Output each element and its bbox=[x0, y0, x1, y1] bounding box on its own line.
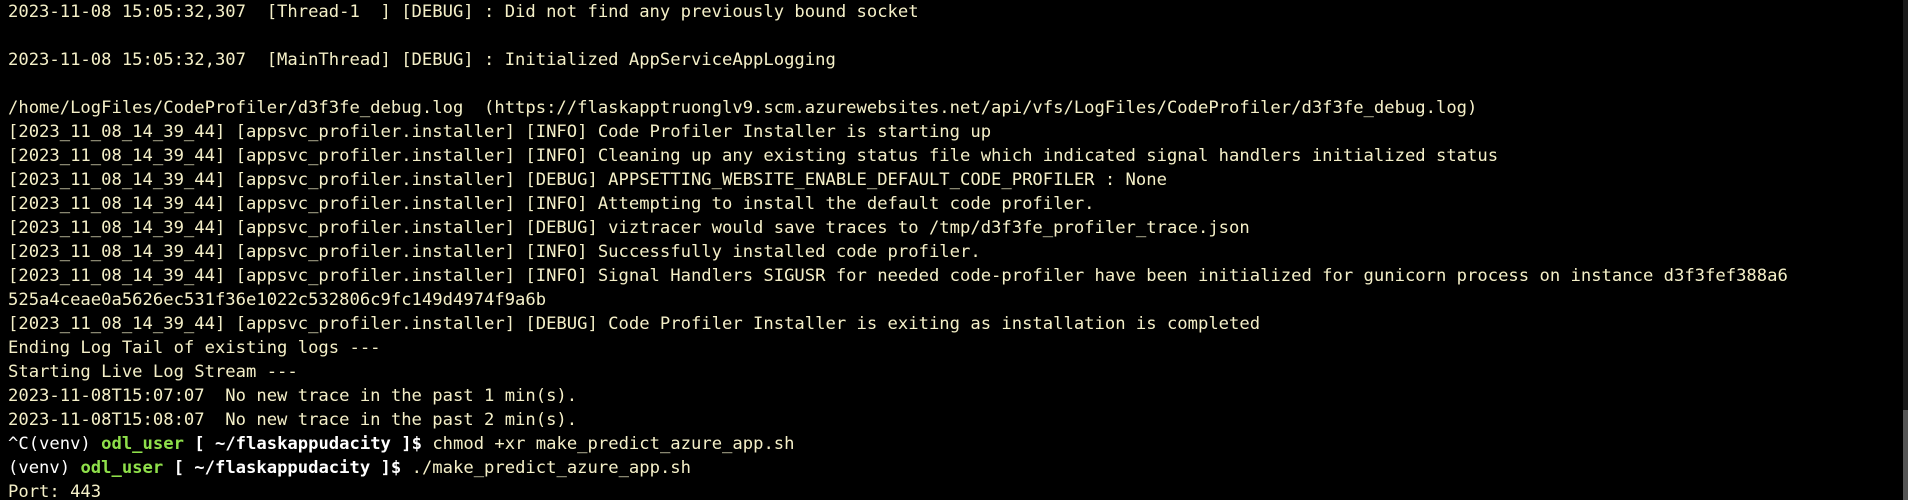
log-line-2 bbox=[8, 24, 1908, 48]
log-line-6: [2023_11_08_14_39_44] [appsvc_profiler.i… bbox=[8, 122, 992, 142]
prompt-command: chmod +xr make_predict_azure_app.sh bbox=[432, 434, 795, 454]
log-line-18: 2023-11-08T15:08:07 No new trace in the … bbox=[8, 410, 578, 430]
log-line-14: [2023_11_08_14_39_44] [appsvc_profiler.i… bbox=[8, 314, 1261, 334]
output-port-line: Port: 443 bbox=[8, 482, 102, 500]
prompt-path: ~/flaskappudacity bbox=[214, 434, 391, 454]
log-line-11: [2023_11_08_14_39_44] [appsvc_profiler.i… bbox=[8, 242, 981, 262]
log-line-10: [2023_11_08_14_39_44] [appsvc_profiler.i… bbox=[8, 218, 1250, 238]
shell-prompt-line-2: (venv) odl_user [ ~/flaskappudacity ]$ .… bbox=[8, 456, 1908, 480]
log-line-4 bbox=[8, 72, 1908, 96]
prompt-prefix: ^C(venv) bbox=[8, 434, 102, 454]
log-line-7: [2023_11_08_14_39_44] [appsvc_profiler.i… bbox=[8, 146, 1499, 166]
log-line-15: Ending Log Tail of existing logs --- bbox=[8, 338, 381, 358]
prompt-user: odl_user bbox=[80, 458, 164, 478]
log-line-17: 2023-11-08T15:07:07 No new trace in the … bbox=[8, 386, 578, 406]
log-line-1: 2023-11-08 15:05:32,307 [Thread-1 ] [DEB… bbox=[8, 2, 919, 22]
prompt-close-bracket: ]$ bbox=[390, 434, 433, 454]
log-file-header: /home/LogFiles/CodeProfiler/d3f3fe_debug… bbox=[8, 98, 1478, 118]
prompt-open-bracket: [ bbox=[163, 458, 195, 478]
log-line-16: Starting Live Log Stream --- bbox=[8, 362, 298, 382]
log-line-9: [2023_11_08_14_39_44] [appsvc_profiler.i… bbox=[8, 194, 1095, 214]
terminal-window[interactable]: 2023-11-08 15:05:32,307 [Thread-1 ] [DEB… bbox=[0, 0, 1908, 500]
prompt-close-bracket: ]$ bbox=[370, 458, 412, 478]
prompt-path: ~/flaskappudacity bbox=[194, 458, 371, 478]
prompt-open-bracket: [ bbox=[183, 434, 215, 454]
log-line-3: 2023-11-08 15:05:32,307 [MainThread] [DE… bbox=[8, 50, 836, 70]
prompt-user: odl_user bbox=[101, 434, 184, 454]
log-line-12: [2023_11_08_14_39_44] [appsvc_profiler.i… bbox=[8, 266, 1788, 286]
prompt-command: ./make_predict_azure_app.sh bbox=[411, 458, 691, 478]
prompt-prefix: (venv) bbox=[8, 458, 81, 478]
log-line-8: [2023_11_08_14_39_44] [appsvc_profiler.i… bbox=[8, 170, 1167, 190]
scrollbar-thumb[interactable] bbox=[1903, 410, 1908, 500]
log-line-13: 525a4ceae0a5626ec531f36e1022c532806c9fc1… bbox=[8, 290, 547, 310]
vertical-scrollbar[interactable] bbox=[1903, 0, 1908, 500]
shell-prompt-line-1: ^C(venv) odl_user [ ~/flaskappudacity ]$… bbox=[8, 432, 1908, 456]
